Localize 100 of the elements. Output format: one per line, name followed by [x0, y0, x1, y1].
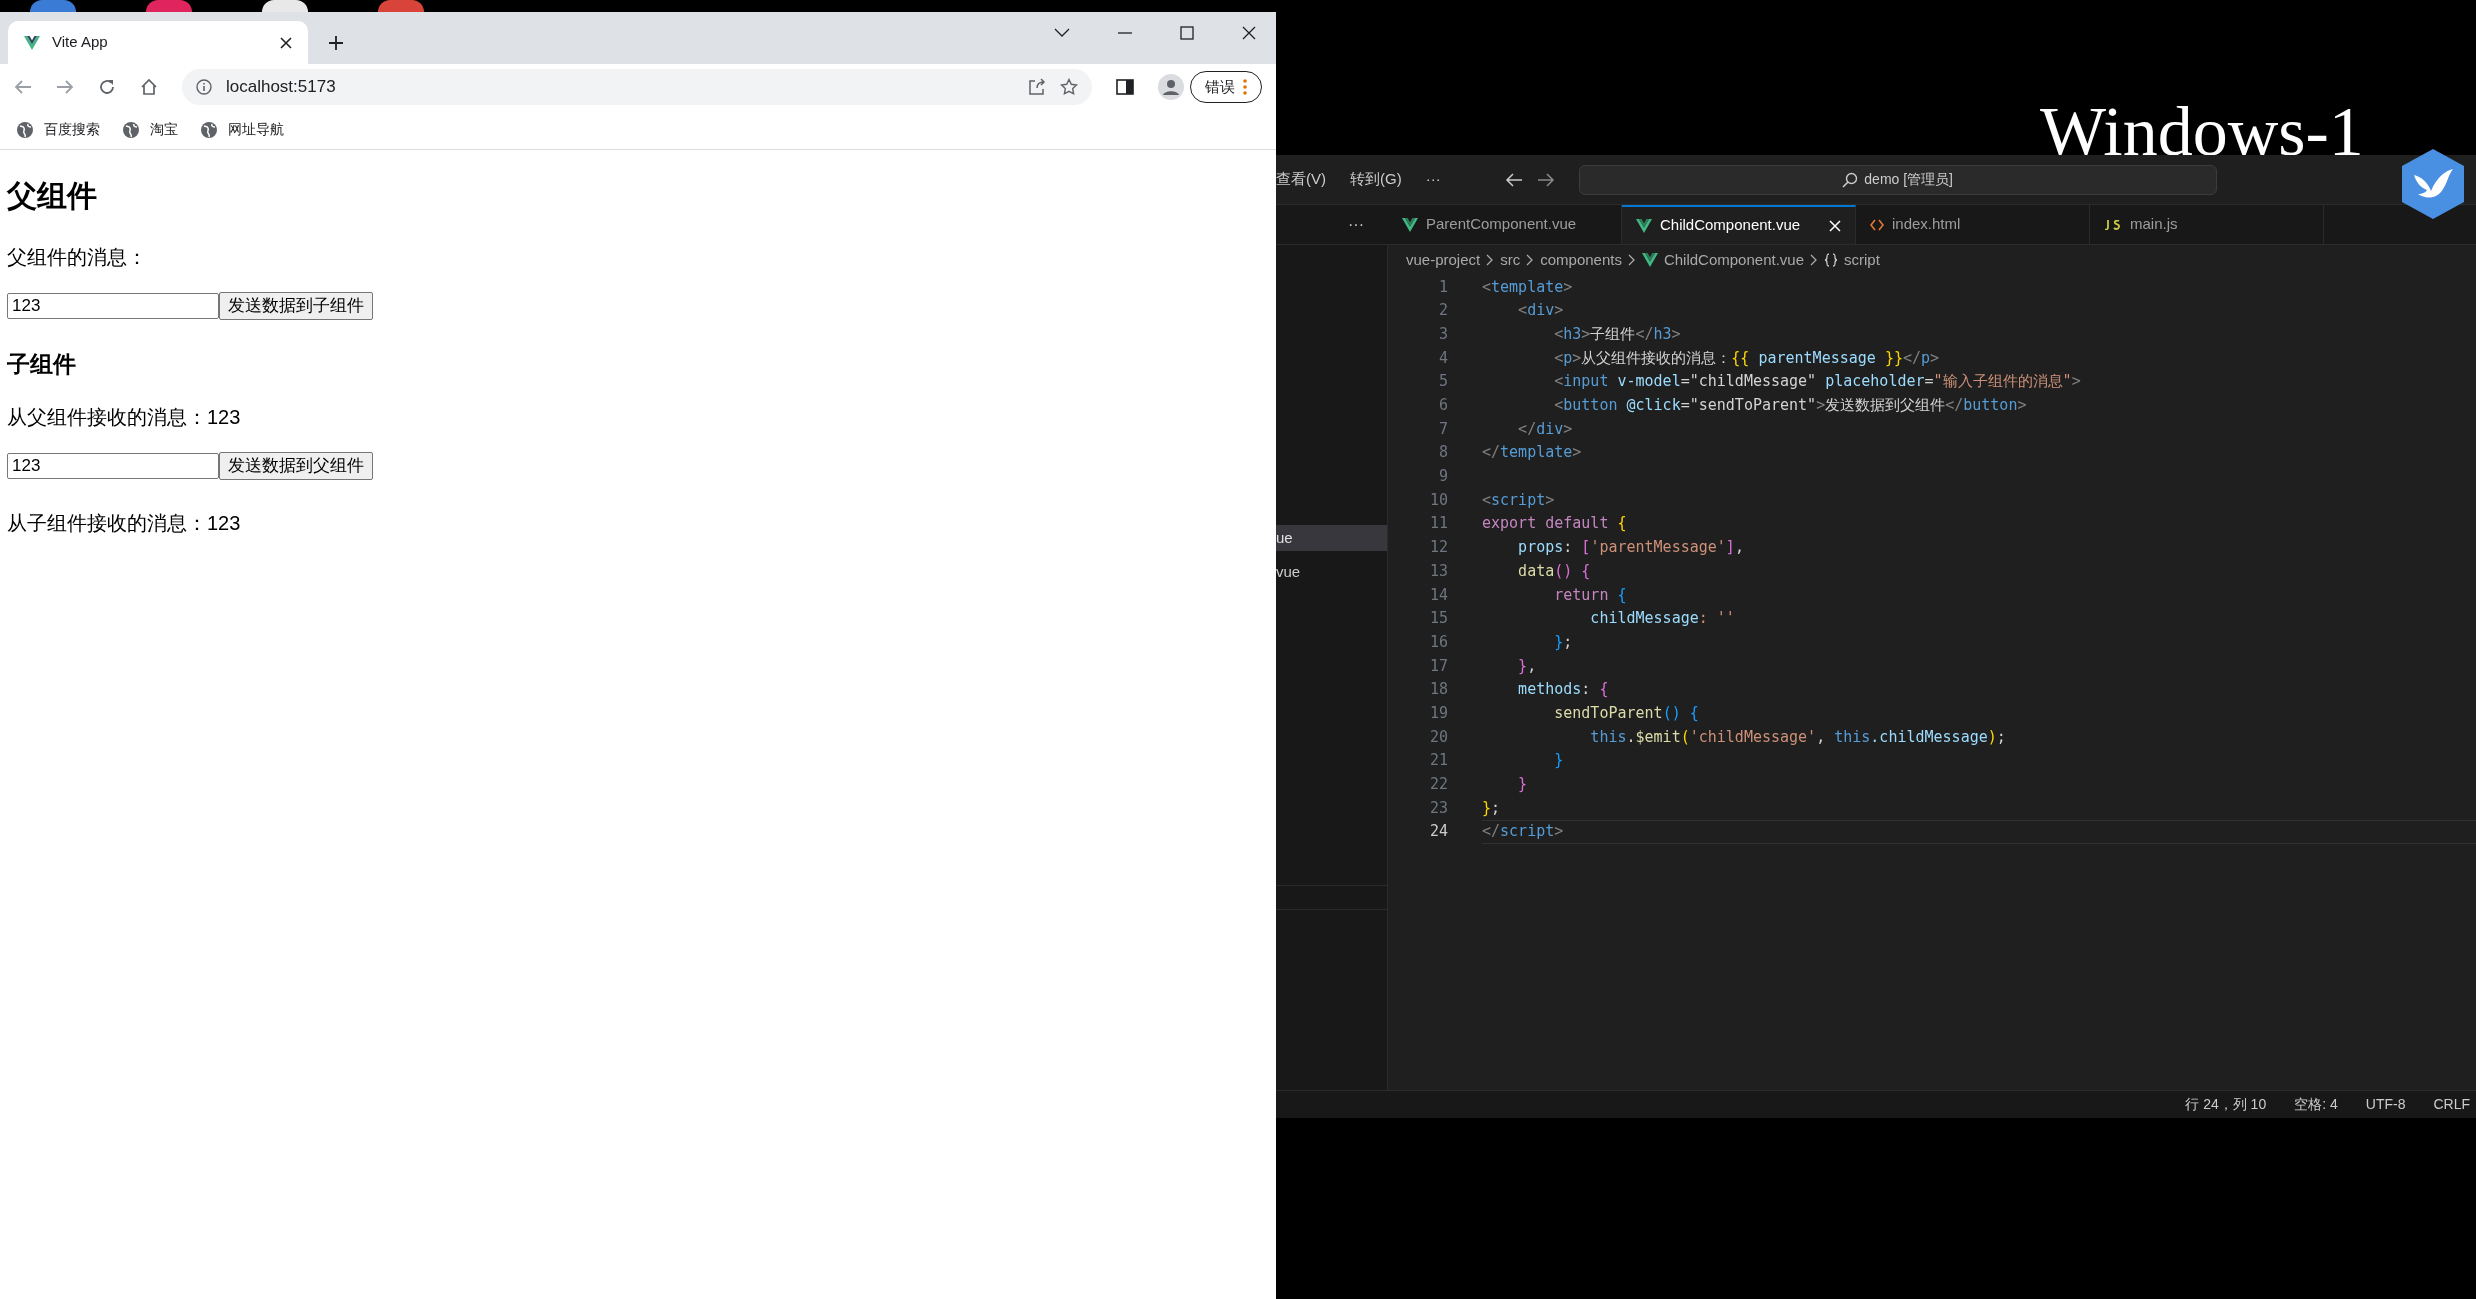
- code-line: </script>: [1482, 819, 2476, 844]
- line-number: 19: [1428, 702, 1448, 724]
- line-number: 16: [1428, 631, 1448, 653]
- breadcrumb-item[interactable]: ChildComponent.vue: [1663, 248, 1804, 272]
- chevron-down-icon[interactable]: [1054, 28, 1070, 38]
- more-dots-icon: [1243, 79, 1247, 95]
- line-number: 15: [1428, 608, 1448, 630]
- message-text: 父组件的消息：: [7, 245, 148, 270]
- command-center[interactable]: demo [管理员]: [1578, 164, 2217, 195]
- vue-logo-icon: [24, 35, 40, 50]
- vue-logo-icon: [1641, 253, 1658, 267]
- new-tab-icon[interactable]: [328, 35, 344, 51]
- breadcrumb-item[interactable]: script: [1844, 248, 1880, 272]
- line-number: 13: [1428, 560, 1448, 582]
- address-bar[interactable]: localhost:5173: [182, 69, 1092, 105]
- breadcrumb-item[interactable]: components: [1540, 248, 1622, 272]
- code-line: <h3>子组件</h3>: [1553, 323, 1682, 345]
- code-line: <template>: [1482, 276, 1574, 298]
- close-icon[interactable]: [1242, 26, 1256, 40]
- line-number: 18: [1428, 679, 1448, 701]
- bookmark-link[interactable]: 网址导航: [228, 119, 284, 140]
- send-button[interactable]: 发送数据到父组件: [219, 452, 373, 480]
- line-number: 23: [1428, 797, 1448, 819]
- vue-logo-icon: [1402, 217, 1418, 232]
- line-number: 9: [1437, 466, 1448, 488]
- message-text: 从父组件接收的消息：123: [7, 405, 242, 430]
- code-brackets-icon: [1870, 218, 1884, 231]
- message-text: 从子组件接收的消息：123: [7, 511, 242, 536]
- code-line: <button @click="sendToParent">发送数据到父组件</button>: [1553, 395, 2028, 417]
- avatar-icon[interactable]: [1158, 74, 1184, 100]
- url-text: localhost:5173: [226, 76, 337, 99]
- code-line: },: [1517, 655, 1538, 677]
- code-line: <input v-model="childMessage" placeholder="输入子组件的消息">: [1553, 371, 2082, 393]
- explorer-item[interactable]: vue: [1276, 559, 1387, 585]
- globe-icon[interactable]: [16, 120, 34, 139]
- desktop-label: Windows-1: [2040, 100, 2364, 164]
- code-line: sendToParent() {: [1553, 702, 1700, 724]
- code-line: return {: [1553, 584, 1628, 606]
- status-item[interactable]: 行 24，列 10: [2185, 1094, 2267, 1115]
- send-button[interactable]: 发送数据到子组件: [219, 292, 373, 320]
- info-icon[interactable]: [196, 79, 212, 95]
- maximize-icon[interactable]: [1180, 26, 1194, 40]
- reload-icon[interactable]: [98, 78, 116, 96]
- line-number: 4: [1437, 347, 1448, 369]
- text-input[interactable]: 123: [7, 453, 219, 479]
- line-number: 1: [1437, 276, 1448, 298]
- code-line: data() {: [1517, 560, 1592, 582]
- menu-item[interactable]: 查看(V): [1276, 168, 1326, 191]
- status-item[interactable]: 空格: 4: [2294, 1094, 2338, 1115]
- status-item[interactable]: CRLF: [2433, 1094, 2470, 1115]
- status-item[interactable]: UTF-8: [2365, 1094, 2406, 1115]
- code-line: methods: {: [1517, 679, 1610, 701]
- line-number: 24: [1428, 821, 1448, 843]
- breadcrumb-item[interactable]: vue-project: [1406, 248, 1481, 272]
- more-actions-button[interactable]: ···: [1276, 205, 1388, 244]
- code-line: <script>: [1482, 489, 1556, 511]
- chevron-right-icon: [1627, 254, 1636, 266]
- braces-icon: [1824, 253, 1838, 267]
- code-line: props: ['parentMessage'],: [1517, 537, 1745, 559]
- text-input[interactable]: 123: [7, 293, 219, 319]
- bookmark-link[interactable]: 百度搜索: [44, 119, 100, 140]
- code-line: }: [1517, 774, 1529, 796]
- home-icon[interactable]: [140, 78, 158, 96]
- editor-tab[interactable]: ChildComponent.vue: [1622, 205, 1856, 244]
- browser-tab[interactable]: Vite App: [8, 21, 308, 64]
- breadcrumb-item[interactable]: src: [1500, 248, 1521, 272]
- line-number: 3: [1437, 323, 1448, 345]
- section-heading: 子组件: [7, 350, 77, 378]
- line-number: 6: [1437, 395, 1448, 417]
- share-icon[interactable]: [1028, 78, 1046, 96]
- menu-item[interactable]: ···: [1425, 168, 1441, 191]
- line-number: 8: [1437, 442, 1448, 464]
- code-line: <div>: [1517, 300, 1565, 322]
- close-icon[interactable]: [280, 36, 292, 49]
- line-number: 17: [1428, 655, 1448, 677]
- error-button[interactable]: 错误: [1190, 71, 1262, 103]
- back-arrow-icon[interactable]: [1504, 171, 1523, 188]
- tab-title: Vite App: [52, 32, 109, 53]
- globe-icon[interactable]: [200, 120, 218, 139]
- star-icon[interactable]: [1060, 78, 1078, 96]
- bookmark-link[interactable]: 淘宝: [150, 119, 178, 140]
- forward-arrow-icon[interactable]: [1536, 171, 1555, 188]
- globe-icon[interactable]: [122, 120, 140, 139]
- page-heading: 父组件: [7, 178, 98, 214]
- menu-item[interactable]: 转到(G): [1350, 168, 1402, 191]
- vue-logo-icon: [1636, 218, 1652, 233]
- line-number: 7: [1437, 418, 1448, 440]
- js-file-icon: [2104, 219, 2122, 230]
- code-line: <p>从父组件接收的消息：{{ parentMessage }}</p>: [1553, 347, 1941, 369]
- code-line: }: [1553, 750, 1565, 772]
- code-line: };: [1482, 797, 1502, 819]
- code-line: this.$emit('childMessage', this.childMessage);: [1589, 726, 2007, 748]
- forward-arrow-icon[interactable]: [56, 79, 74, 95]
- code-line: </div>: [1517, 418, 1574, 440]
- line-number: 11: [1428, 513, 1448, 535]
- side-panel-icon[interactable]: [1116, 78, 1134, 96]
- line-number: 22: [1428, 774, 1448, 796]
- line-number: 20: [1428, 726, 1448, 748]
- explorer-item[interactable]: ue: [1276, 525, 1387, 551]
- line-number: 10: [1428, 489, 1448, 511]
